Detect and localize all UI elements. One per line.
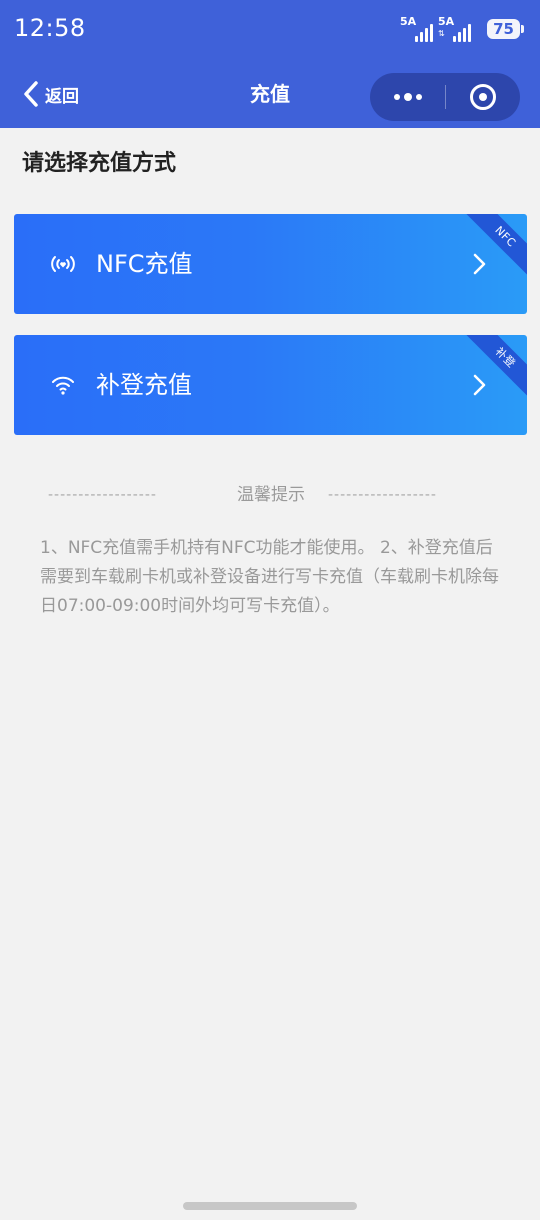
supplement-recharge-option[interactable]: 补登充值 补登 (14, 335, 527, 435)
tips-divider-right: ------------------ (328, 487, 437, 503)
supplement-recharge-label: 补登充值 (96, 371, 192, 399)
back-button[interactable]: 返回 (22, 78, 79, 110)
chevron-right-icon (473, 253, 486, 275)
section-title: 请选择充值方式 (22, 151, 177, 176)
miniprogram-capsule (370, 73, 520, 121)
tips-divider-left: ------------------ (48, 487, 157, 503)
battery-icon: 75 (487, 19, 524, 39)
wifi-icon (52, 376, 74, 395)
target-circle-icon (470, 84, 496, 110)
nfc-recharge-option[interactable]: NFC充值 NFC (14, 214, 527, 314)
page-title: 充值 (250, 82, 290, 106)
home-indicator[interactable] (183, 1202, 357, 1210)
nfc-corner-badge: NFC (458, 214, 527, 284)
nfc-icon (51, 256, 75, 272)
nfc-recharge-label: NFC充值 (96, 250, 193, 278)
navigation-bar: 返回 充值 (0, 60, 540, 128)
signal-strength-2: 5A ⇅ (438, 15, 471, 42)
battery-level: 75 (493, 20, 514, 38)
signal-bars-icon (453, 22, 471, 42)
signal-bars-icon (415, 22, 433, 42)
target-circle-dot (479, 93, 487, 101)
signal-1-label: 5A (400, 15, 417, 28)
chevron-right-icon (473, 374, 486, 396)
tips-title: 温馨提示 (237, 485, 305, 505)
more-button[interactable] (370, 73, 445, 121)
back-label: 返回 (45, 86, 79, 107)
data-arrows-icon: ⇅ (438, 29, 445, 38)
tips-header: ------------------ 温馨提示 ----------------… (0, 480, 540, 510)
signal-strength-1: 5A (400, 15, 433, 42)
tips-text: 1、NFC充值需手机持有NFC功能才能使用。 2、补登充值后需要到车载刷卡机或补… (40, 538, 499, 616)
status-bar: 12:58 5A 5A ⇅ 75 (0, 0, 540, 60)
chevron-left-icon (24, 81, 38, 107)
more-dots-icon-right (415, 94, 422, 100)
status-time: 12:58 (14, 14, 86, 42)
more-dots-icon-center (403, 93, 412, 101)
supplement-corner-badge: 补登 (458, 335, 527, 405)
close-miniprogram-button[interactable] (446, 73, 520, 121)
top-header: 12:58 5A 5A ⇅ 75 返回 充值 (0, 0, 540, 128)
more-dots-icon (393, 94, 400, 100)
signal-2-label: 5A (438, 15, 455, 28)
